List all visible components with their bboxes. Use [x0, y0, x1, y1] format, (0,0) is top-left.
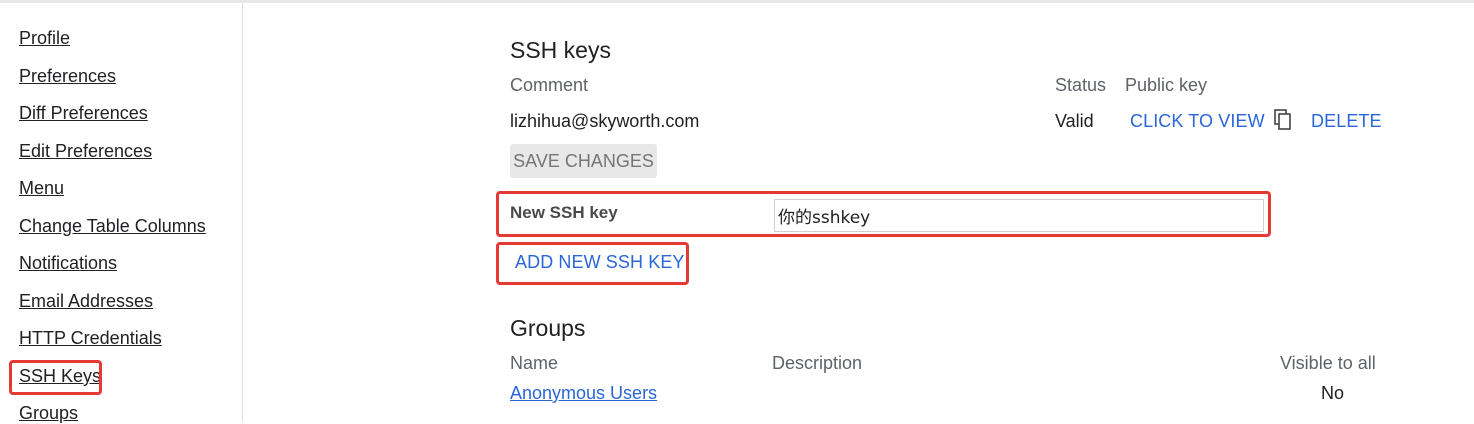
ssh-key-status: Valid — [1055, 111, 1094, 131]
sidebar-item-preferences[interactable]: Preferences — [19, 66, 116, 87]
sidebar-item-edit-preferences[interactable]: Edit Preferences — [19, 141, 152, 162]
column-header-name: Name — [510, 353, 559, 373]
sidebar-item-menu[interactable]: Menu — [19, 178, 64, 199]
highlight-ssh-keys-nav — [9, 360, 102, 395]
column-header-visible-to-all: Visible to all — [1280, 353, 1376, 373]
sidebar-item-email-addresses[interactable]: Email Addresses — [19, 291, 153, 312]
column-header-public-key: Public key — [1125, 75, 1208, 95]
sidebar-item-notifications[interactable]: Notifications — [19, 253, 117, 274]
sidebar-item-http-credentials[interactable]: HTTP Credentials — [19, 328, 162, 349]
save-changes-button[interactable]: SAVE CHANGES — [510, 144, 657, 178]
delete-button[interactable]: DELETE — [1311, 111, 1382, 132]
sidebar-item-groups[interactable]: Groups — [19, 403, 78, 424]
ssh-keys-title: SSH keys — [510, 37, 611, 63]
column-header-status: Status — [1055, 75, 1107, 95]
settings-sidebar: Profile Preferences Diff Preferences Edi… — [0, 3, 243, 424]
group-link-anonymous-users[interactable]: Anonymous Users — [510, 383, 657, 404]
click-to-view-button[interactable]: CLICK TO VIEW — [1130, 111, 1265, 132]
highlight-add-ssh-key-button — [496, 242, 689, 285]
column-header-description: Description — [772, 353, 863, 373]
ssh-key-comment: lizhihua@skyworth.com — [510, 111, 700, 131]
groups-title: Groups — [510, 315, 586, 341]
column-header-comment: Comment — [510, 75, 589, 95]
main-content: SSH keys Comment Status Public key lizhi… — [243, 3, 1474, 422]
sidebar-item-diff-preferences[interactable]: Diff Preferences — [19, 103, 148, 124]
copy-icon[interactable] — [1273, 109, 1293, 131]
group-visible-value: No — [1321, 383, 1345, 403]
sidebar-item-change-table-columns[interactable]: Change Table Columns — [19, 216, 206, 237]
highlight-new-ssh-key-row — [496, 191, 1271, 237]
sidebar-item-profile[interactable]: Profile — [19, 28, 70, 49]
